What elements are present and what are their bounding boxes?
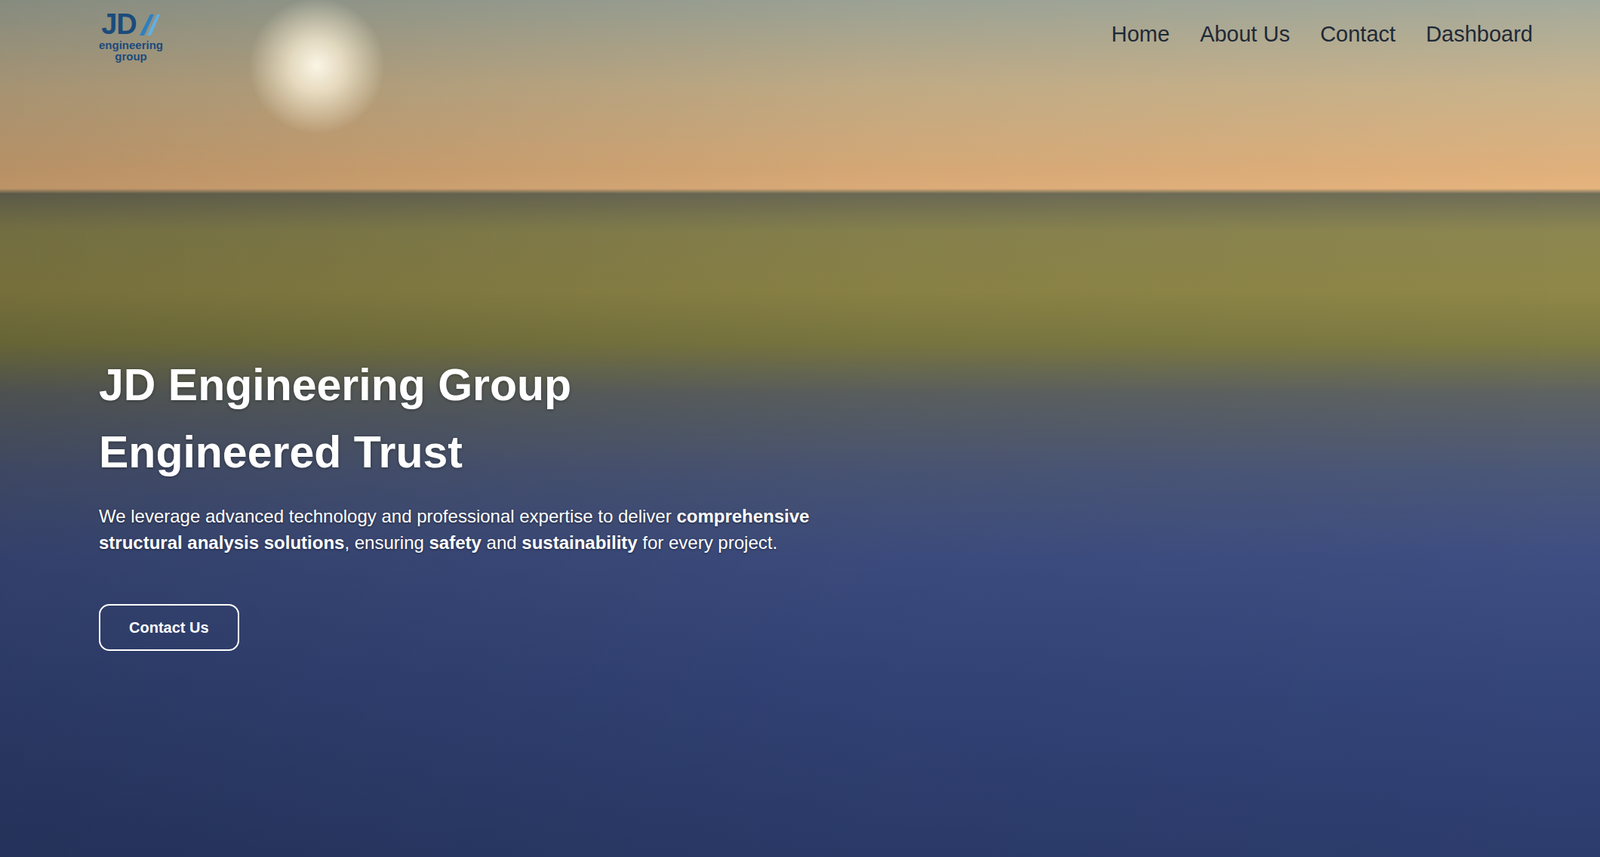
nav-link[interactable]: About Us [1200, 21, 1290, 47]
hero-section: JDengineeringgroup Home About Us Contact Das… [0, 0, 1600, 857]
description-segment: sustainability [521, 532, 637, 553]
description-segment: , ensuring [344, 532, 429, 553]
button-row: Contact Us [98, 603, 1533, 651]
slash-icon [138, 11, 161, 37]
nav-link[interactable]: Contact [1320, 21, 1396, 47]
company-logo[interactable]: JDengineeringgroup [98, 6, 164, 62]
logo-top: JD [101, 9, 161, 39]
description-segment: safety [429, 532, 482, 553]
logo-line: engineering [98, 39, 164, 51]
contact-button[interactable]: Contact Us [98, 603, 240, 651]
nav-link[interactable]: Home [1111, 21, 1170, 47]
nav-links: Home About Us Contact Dashboard [1111, 21, 1533, 47]
logo-mark: JD [101, 9, 137, 39]
top-nav: JDengineeringgroup Home About Us Contact Das… [98, 0, 1533, 67]
hero-description: We leverage advanced technology and prof… [98, 502, 854, 556]
description-segment: We leverage advanced technology and prof… [98, 505, 677, 527]
nav-link[interactable]: Dashboard [1425, 21, 1533, 47]
hero-title: JD Engineering Group [98, 351, 1533, 419]
logo-line: group [114, 50, 148, 62]
description-segment: and [481, 532, 522, 553]
hero-title: Engineered Trust [98, 418, 1533, 487]
description-segment: for every project. [637, 532, 778, 553]
hero-content: JD Engineering GroupEngineered Trust We l… [98, 66, 1533, 857]
